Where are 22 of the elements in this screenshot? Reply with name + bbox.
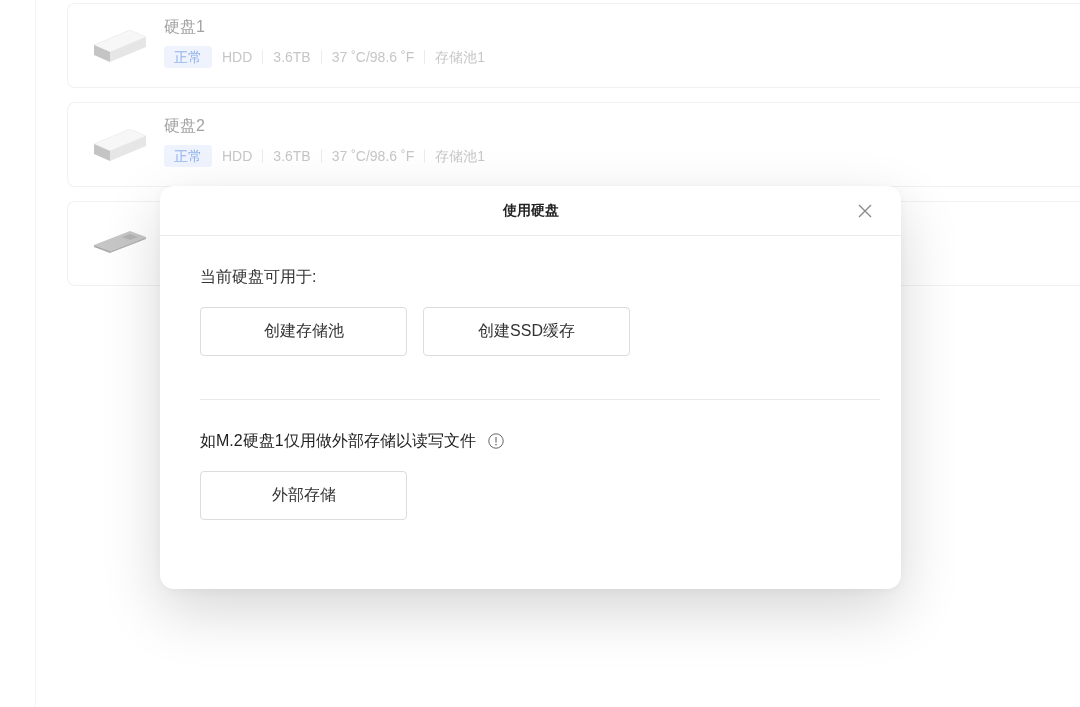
action-button[interactable]: 创建存储池: [200, 307, 407, 356]
spec-text: HDD: [222, 48, 253, 67]
action-button[interactable]: 创建SSD缓存: [423, 307, 630, 356]
status-tag: 正常: [164, 46, 212, 68]
close-button[interactable]: [857, 203, 873, 219]
disk-name: 硬盘1: [164, 17, 205, 37]
hard-drive-icon: [92, 128, 148, 161]
ssd-card-icon: [94, 229, 146, 254]
info-icon: [487, 433, 504, 449]
spec-text: 3.6TB: [273, 48, 311, 67]
hard-drive-icon: [92, 29, 148, 62]
action-button[interactable]: 外部存储: [200, 471, 407, 520]
spec-text: 37 ˚C/98.6 ˚F: [331, 147, 415, 166]
section-heading: 如M.2硬盘1仅用做外部存储以读写文件: [200, 431, 476, 451]
section-label: 当前硬盘可用于:: [200, 267, 317, 287]
spec-text: 3.6TB: [273, 147, 311, 166]
close-icon: [858, 204, 872, 218]
disk-name: 硬盘2: [164, 116, 205, 136]
spec-text: 37 ˚C/98.6 ˚F: [331, 48, 415, 67]
dialog-title: 使用硬盘: [502, 201, 559, 220]
status-tag: 正常: [164, 145, 212, 167]
spec-text: HDD: [222, 147, 253, 166]
